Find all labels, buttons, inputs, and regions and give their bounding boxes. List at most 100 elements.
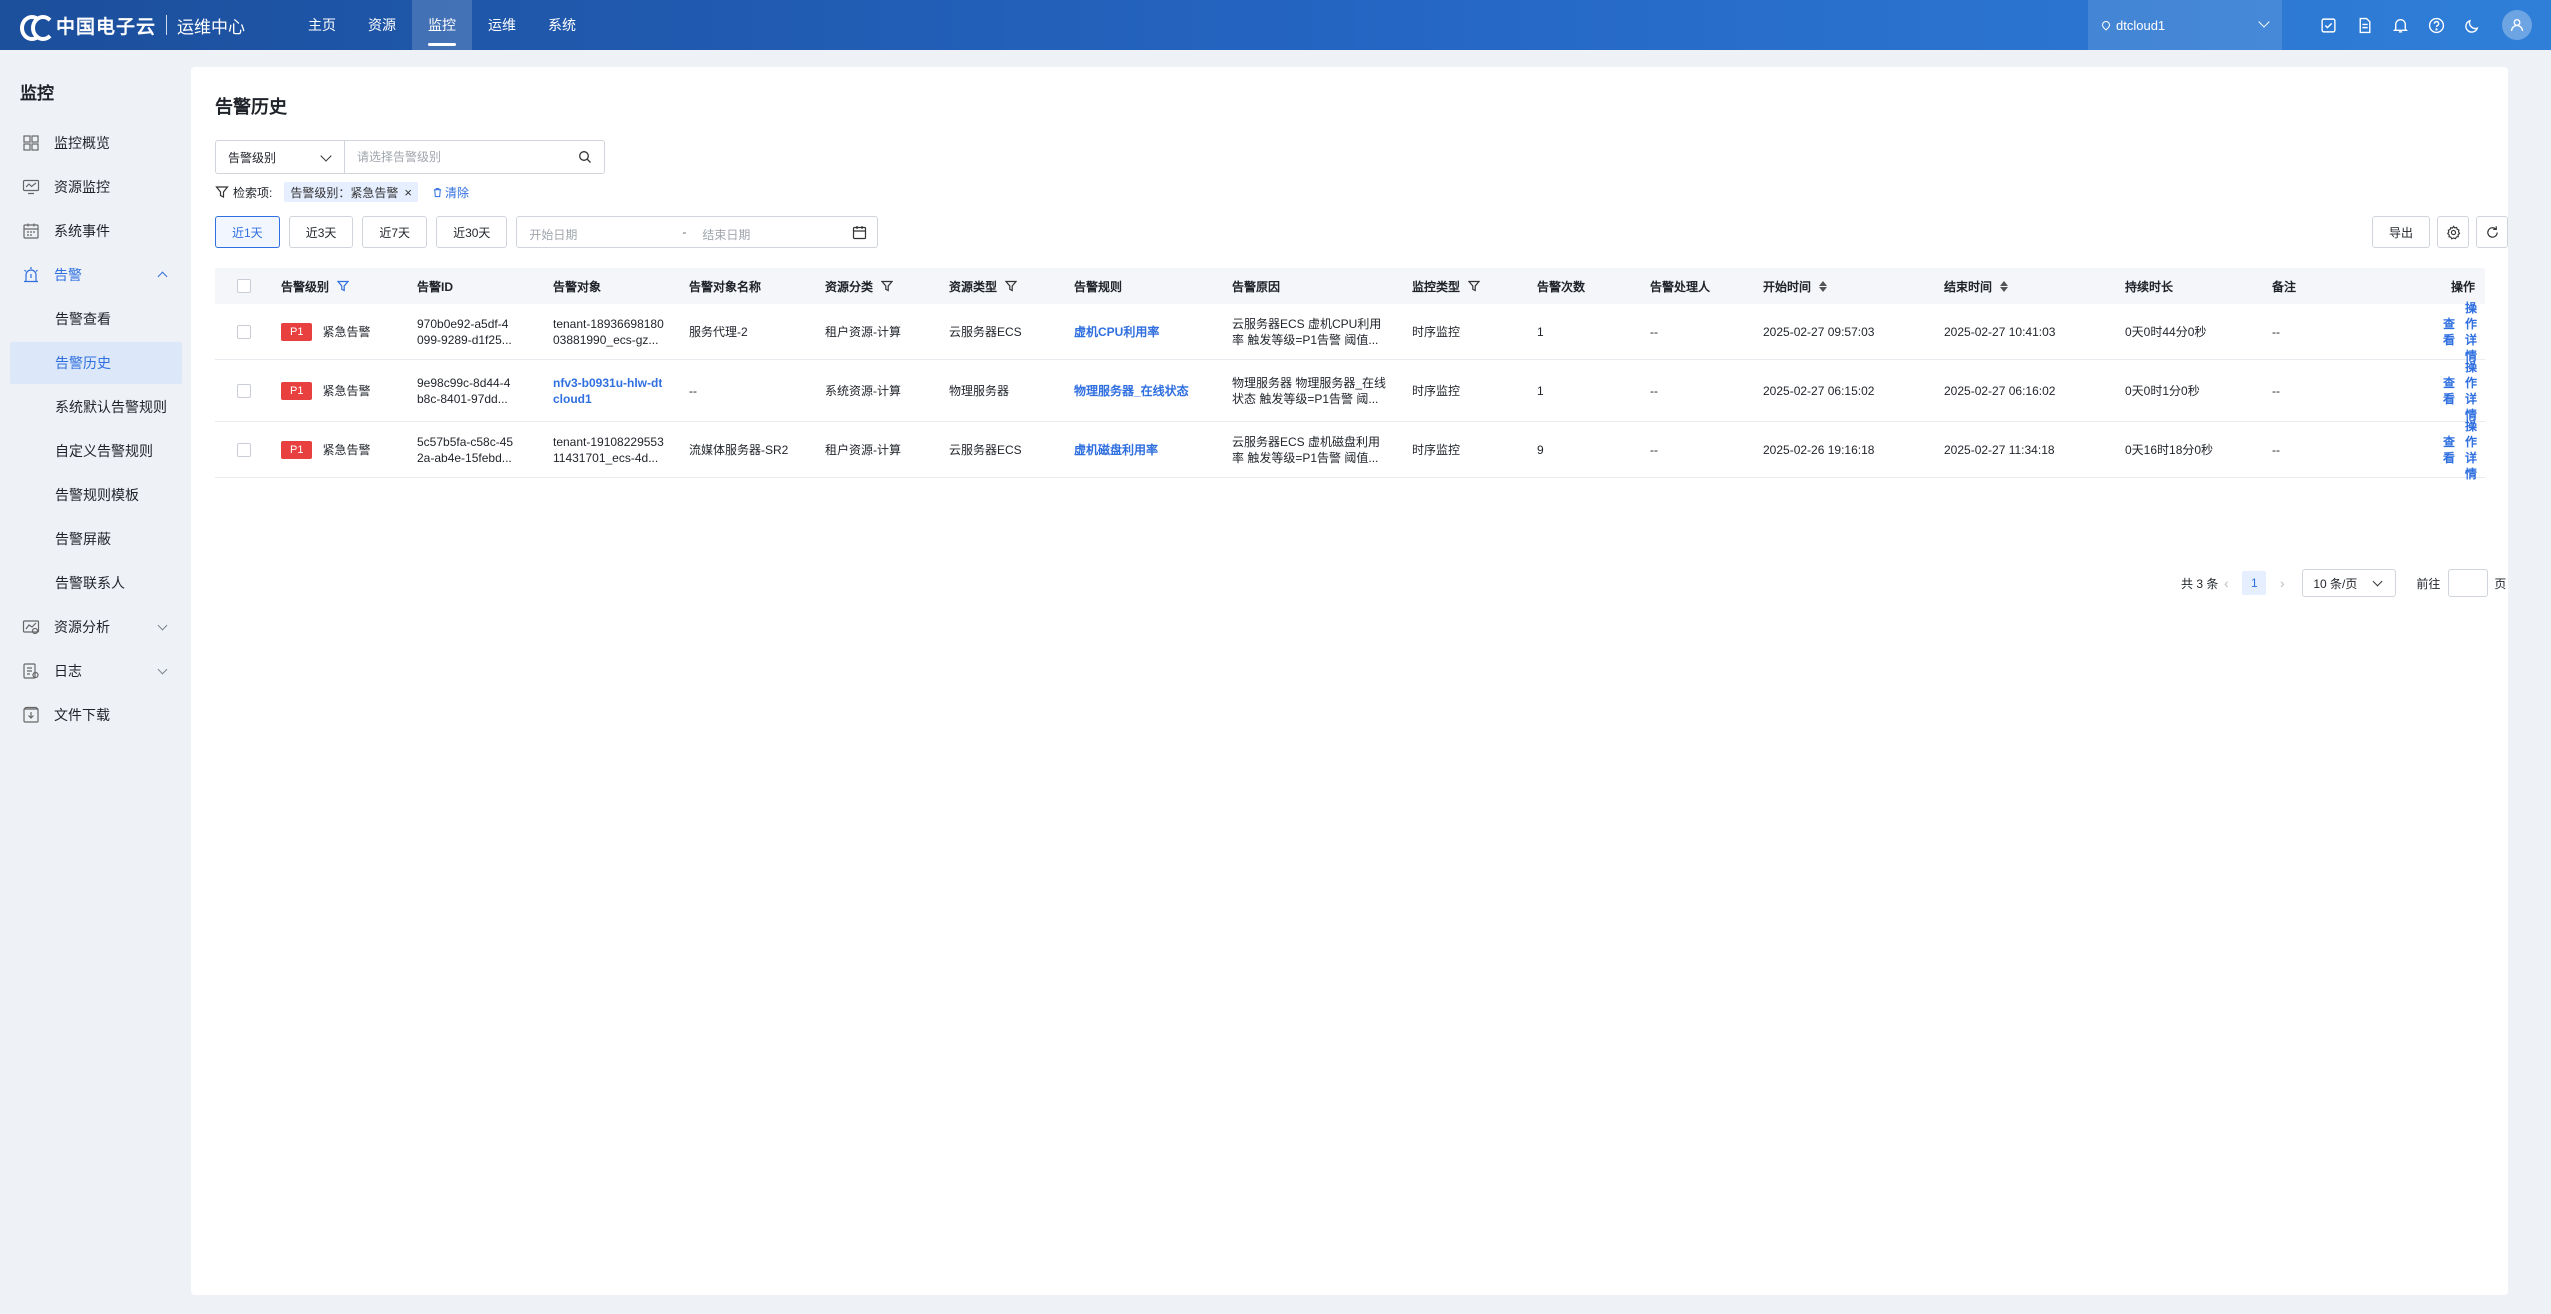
cell-alarm-id: 9e98c99c-8d44-4 b8c-8401-97dd...: [417, 360, 510, 422]
chevron-down-icon: [2258, 16, 2270, 28]
sidebar-sub-alarm-contacts[interactable]: 告警联系人: [10, 562, 182, 604]
refresh-button[interactable]: [2476, 216, 2508, 248]
sidebar-item-resource-monitor[interactable]: 资源监控: [0, 167, 190, 207]
rule-link[interactable]: 虚机CPU利用率: [1074, 324, 1159, 340]
nav-system[interactable]: 系统: [532, 0, 592, 50]
cell-monitor-type: 时序监控: [1412, 304, 1460, 360]
sidebar-sub-alarm-view[interactable]: 告警查看: [10, 298, 182, 340]
operation-detail-link[interactable]: 操作详情: [2465, 300, 2485, 364]
sidebar-item-label: 告警: [54, 267, 82, 283]
sidebar-sub-alarm-history[interactable]: 告警历史: [10, 342, 182, 384]
sidebar-sub-alarm-mask[interactable]: 告警屏蔽: [10, 518, 182, 560]
dark-mode-icon[interactable]: [2454, 0, 2490, 50]
filter-icon[interactable]: [1468, 280, 1481, 292]
filter-icon[interactable]: [881, 280, 894, 292]
sort-icon[interactable]: [2000, 280, 2009, 292]
settings-button[interactable]: [2437, 216, 2469, 248]
cell-line: 03881990_ecs-gz...: [553, 333, 659, 347]
filter-icon[interactable]: [337, 280, 350, 292]
cell-alarm-object[interactable]: nfv3-b0931u-hlw-dt cloud1: [553, 360, 662, 422]
sidebar-sub-custom-rules[interactable]: 自定义告警规则: [10, 430, 182, 472]
cell-handler: --: [1650, 360, 1658, 422]
cell-line: 物理服务器 物理服务器_在线: [1232, 376, 1387, 390]
goto-page-input[interactable]: [2449, 570, 2488, 596]
filter-search-input[interactable]: [345, 141, 565, 173]
filter-field-select[interactable]: 告警级别: [215, 140, 345, 174]
sidebar-title: 监控: [20, 84, 54, 103]
range-7d-button[interactable]: 近7天: [362, 216, 428, 248]
filter-icon[interactable]: [1005, 280, 1018, 292]
col-res-class: 资源分类: [825, 268, 894, 304]
operation-detail-link[interactable]: 操作详情: [2465, 359, 2485, 423]
user-avatar[interactable]: [2502, 10, 2532, 40]
sidebar-sub-rule-templates[interactable]: 告警规则模板: [10, 474, 182, 516]
search-icon[interactable]: [578, 150, 592, 164]
cell-object-name: 流媒体服务器-SR2: [689, 422, 788, 478]
sidebar-item-alarm[interactable]: 告警: [0, 255, 190, 295]
col-end-time: 结束时间: [1944, 268, 2009, 304]
cell-rule: 虚机磁盘利用率: [1074, 422, 1158, 478]
range-3d-button[interactable]: 近3天: [288, 216, 354, 248]
date-range-picker[interactable]: 开始日期 - 结束日期: [516, 216, 879, 248]
row-checkbox[interactable]: [237, 384, 251, 398]
cell-line: 状态 触发等级=P1告警 阈...: [1232, 392, 1379, 406]
sidebar-item-file-download[interactable]: 文件下载: [0, 695, 190, 735]
cell-start-time: 2025-02-27 06:15:02: [1763, 360, 1874, 422]
export-button[interactable]: 导出: [2372, 216, 2430, 248]
region-selector[interactable]: dtcloud1: [2088, 0, 2282, 50]
rule-link[interactable]: 物理服务器_在线状态: [1074, 383, 1189, 399]
sidebar-item-resource-analysis[interactable]: 资源分析: [0, 607, 190, 647]
cell-level: P1 紧急告警: [281, 360, 370, 422]
row-checkbox[interactable]: [237, 325, 251, 339]
prev-page-icon[interactable]: ‹: [2218, 575, 2234, 591]
next-page-icon[interactable]: ›: [2274, 575, 2290, 591]
cell-res-class: 租户资源-计算: [825, 422, 901, 478]
cell-duration: 0天16时18分0秒: [2125, 422, 2213, 478]
page-size-select[interactable]: 10 条/页: [2302, 569, 2397, 597]
cell-res-type: 物理服务器: [949, 360, 1009, 422]
document-icon[interactable]: [2346, 0, 2382, 50]
close-icon[interactable]: ×: [404, 185, 412, 200]
operation-detail-link[interactable]: 操作详情: [2465, 418, 2485, 482]
cell-text: 时序监控: [1412, 325, 1461, 339]
rule-link[interactable]: 虚机磁盘利用率: [1074, 442, 1158, 458]
sort-icon[interactable]: [1819, 280, 1828, 292]
cell-res-class: 系统资源-计算: [825, 360, 901, 422]
col-reason: 告警原因: [1232, 279, 1281, 294]
region-name: dtcloud1: [2116, 17, 2166, 33]
view-link[interactable]: 查看: [2443, 434, 2455, 466]
sidebar-item-label: 日志: [54, 663, 82, 679]
clear-conditions-button[interactable]: 清除: [432, 184, 469, 201]
sidebar-item-log[interactable]: 日志: [0, 651, 190, 691]
select-all-checkbox[interactable]: [237, 279, 251, 293]
sidebar-sub-default-rules[interactable]: 系统默认告警规则: [10, 386, 182, 428]
nav-monitor[interactable]: 监控: [412, 0, 473, 50]
help-icon[interactable]: [2418, 0, 2454, 50]
page-number[interactable]: 1: [2242, 571, 2267, 595]
brand-logo[interactable]: 中国电子云 运维中心: [0, 0, 245, 50]
range-30d-button[interactable]: 近30天: [436, 216, 508, 248]
row-checkbox[interactable]: [237, 443, 251, 457]
cell-note: --: [2272, 304, 2280, 360]
bell-icon[interactable]: [2382, 0, 2418, 50]
condition-tag-text: 告警级别：紧急告警: [290, 185, 399, 200]
table-row: P1 紧急告警 9e98c99c-8d44-4 b8c-8401-97dd... nfv…: [215, 360, 2485, 422]
col-id: 告警ID: [417, 279, 454, 294]
sidebar-item-system-events[interactable]: 系统事件: [0, 211, 190, 251]
end-date-placeholder: 结束日期: [702, 228, 751, 242]
nav-ops[interactable]: 运维: [472, 0, 532, 50]
cell-line: 率 触发等级=P1告警 阈值...: [1232, 451, 1379, 465]
cell-monitor-type: 时序监控: [1412, 422, 1460, 478]
cell-text: 2025-02-27 06:15:02: [1763, 384, 1875, 398]
view-link[interactable]: 查看: [2443, 316, 2455, 348]
nav-resource[interactable]: 资源: [352, 0, 412, 50]
nav-home[interactable]: 主页: [292, 0, 352, 50]
cell-text: 9: [1537, 443, 1544, 457]
cell-text: --: [689, 384, 697, 398]
range-1d-button[interactable]: 近1天: [215, 216, 280, 248]
workorder-icon[interactable]: [2310, 0, 2346, 50]
level-text: 紧急告警: [322, 443, 371, 457]
view-link[interactable]: 查看: [2443, 375, 2455, 407]
sidebar-item-overview[interactable]: 监控概览: [0, 123, 190, 163]
col-note: 备注: [2272, 279, 2297, 294]
